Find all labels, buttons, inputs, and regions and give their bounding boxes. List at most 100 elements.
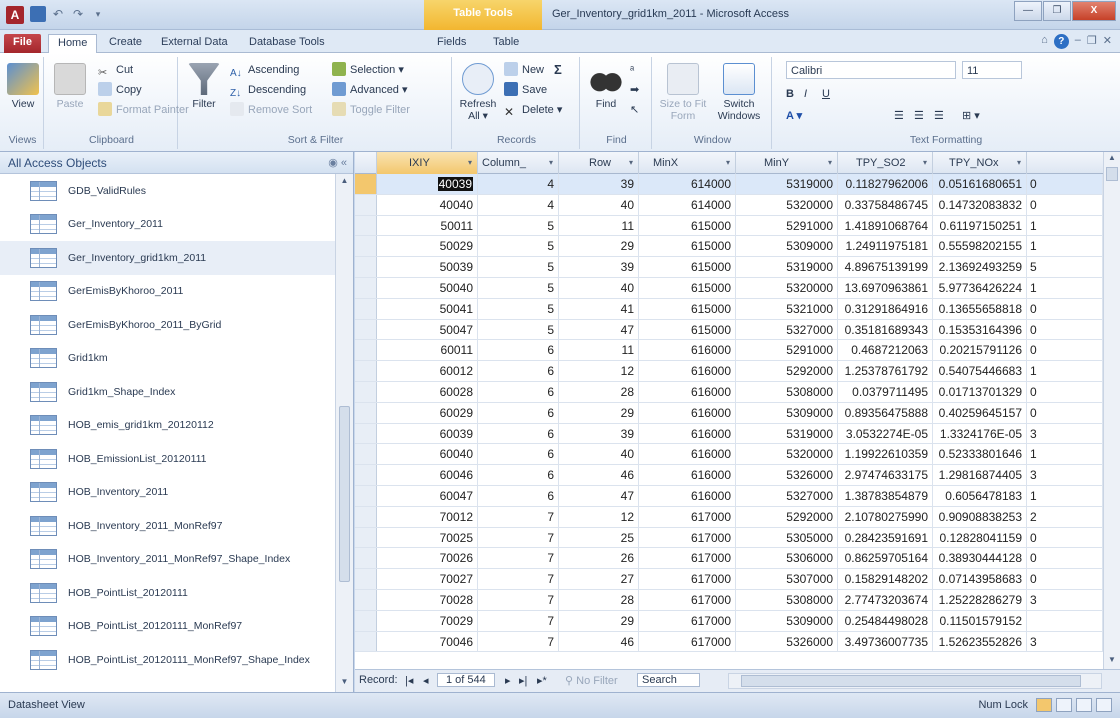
table-cell[interactable]: 6 [478, 340, 559, 362]
advanced-button[interactable]: Advanced ▾ [332, 81, 408, 99]
table-cell[interactable]: 617000 [639, 589, 736, 611]
table-cell[interactable]: 5305000 [736, 527, 838, 549]
table-cell[interactable]: 40 [559, 194, 639, 216]
record-selector[interactable] [355, 423, 377, 444]
nav-item-table[interactable]: Grid1km_Shape_Index [0, 375, 336, 409]
record-selector[interactable] [355, 298, 377, 319]
table-cell[interactable]: 0.40259645157 [933, 402, 1027, 424]
record-selector[interactable] [355, 174, 377, 194]
first-record-icon[interactable]: |◂ [405, 674, 413, 687]
table-row[interactable]: 70027 7 27 617000 5307000 0.15829148202 0.0714… [355, 569, 1120, 590]
table-cell[interactable]: 0.12828041159 [933, 527, 1027, 549]
table-cell[interactable]: 1.29816874405 [933, 465, 1027, 486]
record-selector[interactable] [355, 506, 377, 527]
table-cell[interactable]: 6 [478, 485, 559, 507]
table-cell[interactable]: 5 [478, 215, 559, 237]
maximize-button[interactable]: ❐ [1043, 1, 1071, 21]
table-cell[interactable]: 7 [478, 527, 559, 549]
table-row[interactable]: 70012 7 12 617000 5292000 2.10780275990 0.9090… [355, 506, 1120, 528]
nav-item-table[interactable]: HOB_Inventory_2011_MonRef97_Shape_Index [0, 543, 336, 577]
font-name-select[interactable]: Calibri [786, 61, 956, 79]
table-cell[interactable]: 0 [1027, 194, 1103, 216]
bold-button[interactable]: B [786, 85, 794, 103]
table-cell[interactable]: 5 [478, 257, 559, 278]
table-cell[interactable]: 0 [1027, 402, 1103, 424]
pivot-chart-view-icon[interactable] [1076, 698, 1092, 712]
table-cell[interactable]: 47 [559, 319, 639, 341]
table-cell[interactable]: 0.07143958683 [933, 569, 1027, 590]
table-cell[interactable]: 5319000 [736, 174, 838, 195]
record-selector[interactable] [355, 589, 377, 610]
table-cell[interactable]: 0.15353164396 [933, 319, 1027, 341]
table-cell[interactable]: 0.0379711495 [838, 381, 933, 403]
table-cell[interactable]: 614000 [639, 174, 736, 195]
table-cell[interactable]: 617000 [639, 506, 736, 528]
table-row[interactable]: 50047 5 47 615000 5327000 0.35181689343 0.1535… [355, 319, 1120, 341]
table-cell[interactable]: 5.97736426224 [933, 277, 1027, 299]
table-cell[interactable]: 4 [478, 174, 559, 195]
table-cell[interactable]: 0.01713701329 [933, 381, 1027, 403]
table-row[interactable]: 60029 6 29 616000 5309000 0.89356475888 0.4025… [355, 402, 1120, 424]
copy-button[interactable]: Copy [98, 81, 142, 99]
table-cell[interactable]: 615000 [639, 257, 736, 278]
table-cell[interactable]: 28 [559, 589, 639, 611]
table-cell[interactable]: 50047 [377, 319, 478, 341]
filter-button[interactable]: Filter [184, 63, 224, 110]
table-cell[interactable]: 60011 [377, 340, 478, 362]
table-cell[interactable]: 2.13692493259 [933, 257, 1027, 278]
record-selector[interactable] [355, 444, 377, 465]
table-cell[interactable]: 1 [1027, 277, 1103, 299]
table-cell[interactable]: 616000 [639, 485, 736, 507]
table-cell[interactable]: 0 [1027, 319, 1103, 341]
table-cell[interactable]: 617000 [639, 548, 736, 570]
table-cell[interactable]: 0.38930444128 [933, 548, 1027, 570]
hscroll-thumb[interactable] [741, 675, 1081, 687]
switch-windows-button[interactable]: Switch Windows [712, 63, 766, 122]
table-cell[interactable]: 7 [478, 548, 559, 570]
record-selector[interactable] [355, 381, 377, 402]
table-cell[interactable]: 40 [559, 277, 639, 299]
table-cell[interactable]: 60028 [377, 381, 478, 403]
nav-scrollbar[interactable]: ▲ ▼ [335, 174, 353, 692]
table-cell[interactable]: 60012 [377, 361, 478, 382]
tab-fields[interactable]: Fields [428, 34, 475, 53]
nav-item-table[interactable]: GDB_ValidRules [0, 174, 336, 208]
table-cell[interactable]: 5306000 [736, 548, 838, 570]
totals-button[interactable]: Σ [554, 61, 562, 79]
table-cell[interactable]: 39 [559, 257, 639, 278]
table-cell[interactable]: 46 [559, 631, 639, 653]
table-cell[interactable]: 5 [1027, 257, 1103, 278]
cut-button[interactable]: ✂ Cut [98, 61, 133, 79]
table-cell[interactable]: 1.19922610359 [838, 444, 933, 466]
underline-button[interactable]: U [822, 85, 830, 103]
table-cell[interactable]: 60029 [377, 402, 478, 424]
minimize-button[interactable]: — [1014, 1, 1042, 21]
descending-button[interactable]: Z↓ Descending [230, 81, 306, 99]
table-cell[interactable]: 1 [1027, 485, 1103, 507]
table-cell[interactable]: 6 [478, 381, 559, 403]
table-cell[interactable]: 70026 [377, 548, 478, 570]
table-row[interactable]: 70029 7 29 617000 5309000 0.25484498028 0.1150… [355, 610, 1120, 632]
tab-file[interactable]: File [4, 34, 41, 53]
table-cell[interactable]: 60047 [377, 485, 478, 507]
table-cell[interactable]: 70028 [377, 589, 478, 611]
table-cell[interactable]: 70025 [377, 527, 478, 549]
table-cell[interactable]: 0.54075446683 [933, 361, 1027, 382]
table-cell[interactable]: 617000 [639, 631, 736, 653]
view-button[interactable]: View [3, 63, 43, 110]
doc-close-icon[interactable]: ✕ [1103, 34, 1112, 49]
save-record-button[interactable]: Save [504, 81, 547, 99]
table-cell[interactable]: 615000 [639, 215, 736, 237]
table-cell[interactable]: 5308000 [736, 589, 838, 611]
table-cell[interactable]: 50029 [377, 236, 478, 258]
table-cell[interactable]: 617000 [639, 527, 736, 549]
table-cell[interactable]: 3 [1027, 589, 1103, 611]
table-cell[interactable] [1027, 610, 1103, 632]
record-selector[interactable] [355, 631, 377, 652]
nav-item-table[interactable]: Grid1km [0, 342, 336, 376]
table-cell[interactable]: 616000 [639, 402, 736, 424]
table-cell[interactable]: 5 [478, 319, 559, 341]
column-header-partial[interactable] [1027, 152, 1103, 174]
table-cell[interactable]: 0.11827962006 [838, 174, 933, 195]
scroll-down-icon[interactable]: ▼ [339, 677, 350, 690]
